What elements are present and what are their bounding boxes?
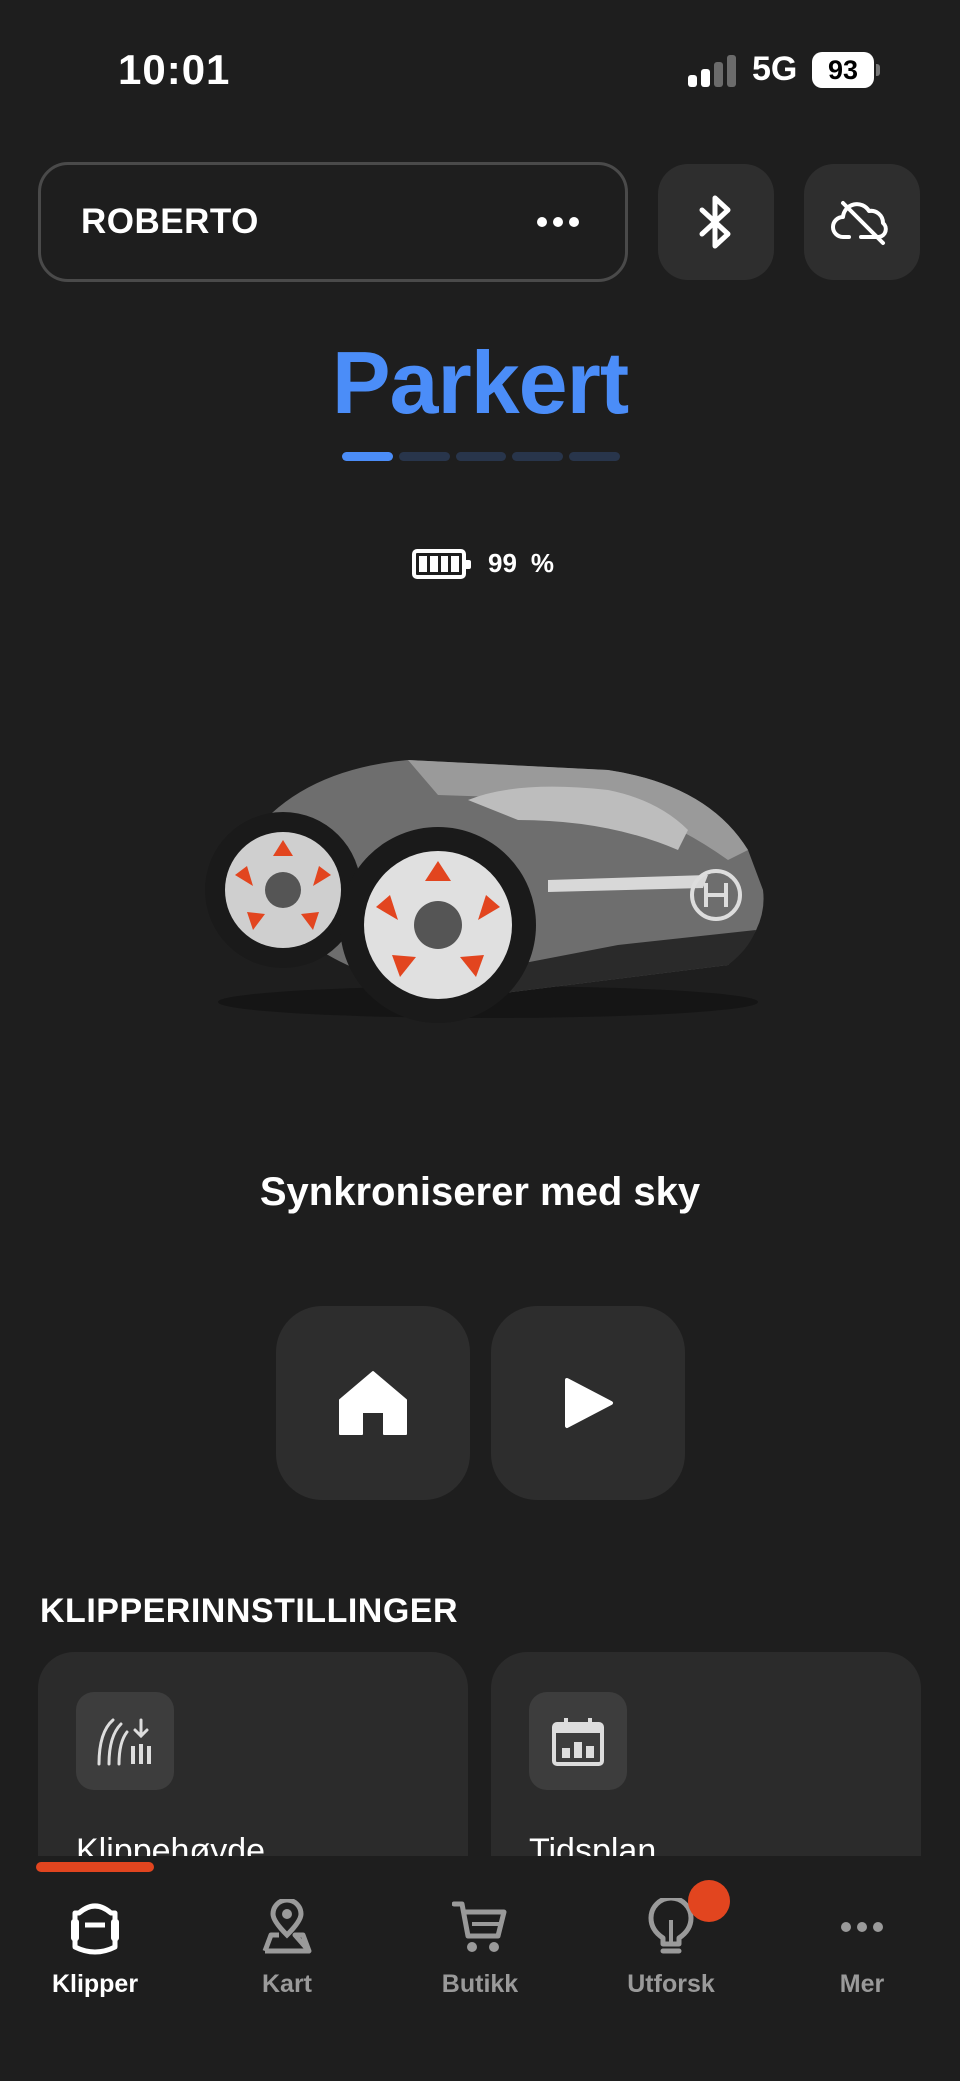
play-icon bbox=[565, 1378, 613, 1428]
cloud-off-icon bbox=[831, 201, 888, 245]
tab-label: Kart bbox=[261, 1970, 312, 1998]
status-bar: 10:01 5G 93 bbox=[0, 0, 960, 140]
tab-klipper[interactable]: Klipper bbox=[15, 1892, 175, 2012]
bluetooth-button[interactable] bbox=[658, 164, 774, 280]
bluetooth-icon bbox=[699, 195, 731, 249]
progress-step bbox=[398, 452, 450, 461]
start-button[interactable] bbox=[491, 1306, 685, 1500]
progress-step bbox=[455, 452, 507, 461]
mower-selector[interactable]: ROBERTO bbox=[38, 162, 628, 282]
status-time: 10:01 bbox=[118, 46, 231, 93]
battery-unit: % bbox=[530, 548, 555, 578]
park-home-button[interactable] bbox=[276, 1306, 470, 1500]
tab-label: Butikk bbox=[441, 1970, 519, 1998]
tab-label: Klipper bbox=[51, 1970, 139, 1998]
mower-state: Parkert bbox=[331, 333, 629, 432]
calendar-icon bbox=[529, 1692, 627, 1790]
map-pin-icon bbox=[262, 1899, 312, 1954]
sync-status: Synkroniserer med sky bbox=[259, 1170, 701, 1214]
tab-mer[interactable]: Mer bbox=[782, 1892, 942, 2012]
mower-name: ROBERTO bbox=[81, 202, 259, 241]
more-icon bbox=[841, 1922, 883, 1932]
tab-butikk[interactable]: Butikk bbox=[400, 1892, 560, 2012]
state-progress bbox=[342, 452, 620, 462]
cellular-signal-icon bbox=[688, 55, 738, 87]
cloud-offline-button[interactable] bbox=[804, 164, 920, 280]
progress-step bbox=[342, 452, 393, 461]
tab-bar: Klipper Kart Butikk Utforsk Mer bbox=[0, 1856, 960, 2081]
battery-nub bbox=[876, 64, 880, 76]
mower-battery: 99 % bbox=[412, 548, 554, 579]
mower-image bbox=[205, 760, 764, 1023]
battery-status-icon: 93 bbox=[812, 52, 874, 88]
tab-label: Mer bbox=[839, 1970, 885, 1998]
tab-kart[interactable]: Kart bbox=[207, 1892, 367, 2012]
mower-icon bbox=[71, 1903, 119, 1955]
notification-badge bbox=[688, 1880, 730, 1922]
cutting-height-icon bbox=[76, 1692, 174, 1790]
battery-percentage: 99 bbox=[488, 548, 517, 578]
progress-step bbox=[512, 452, 564, 461]
battery-level: 93 bbox=[827, 54, 859, 85]
network-type: 5G bbox=[752, 50, 798, 88]
tab-label: Utforsk bbox=[627, 1970, 715, 1998]
active-tab-indicator bbox=[36, 1862, 154, 1872]
settings-title: KLIPPERINNSTILLINGER bbox=[40, 1592, 459, 1630]
home-icon bbox=[339, 1371, 407, 1435]
battery-icon bbox=[412, 548, 471, 579]
more-options-icon[interactable] bbox=[537, 217, 579, 227]
cart-icon bbox=[452, 1901, 507, 1952]
progress-step bbox=[569, 452, 620, 461]
